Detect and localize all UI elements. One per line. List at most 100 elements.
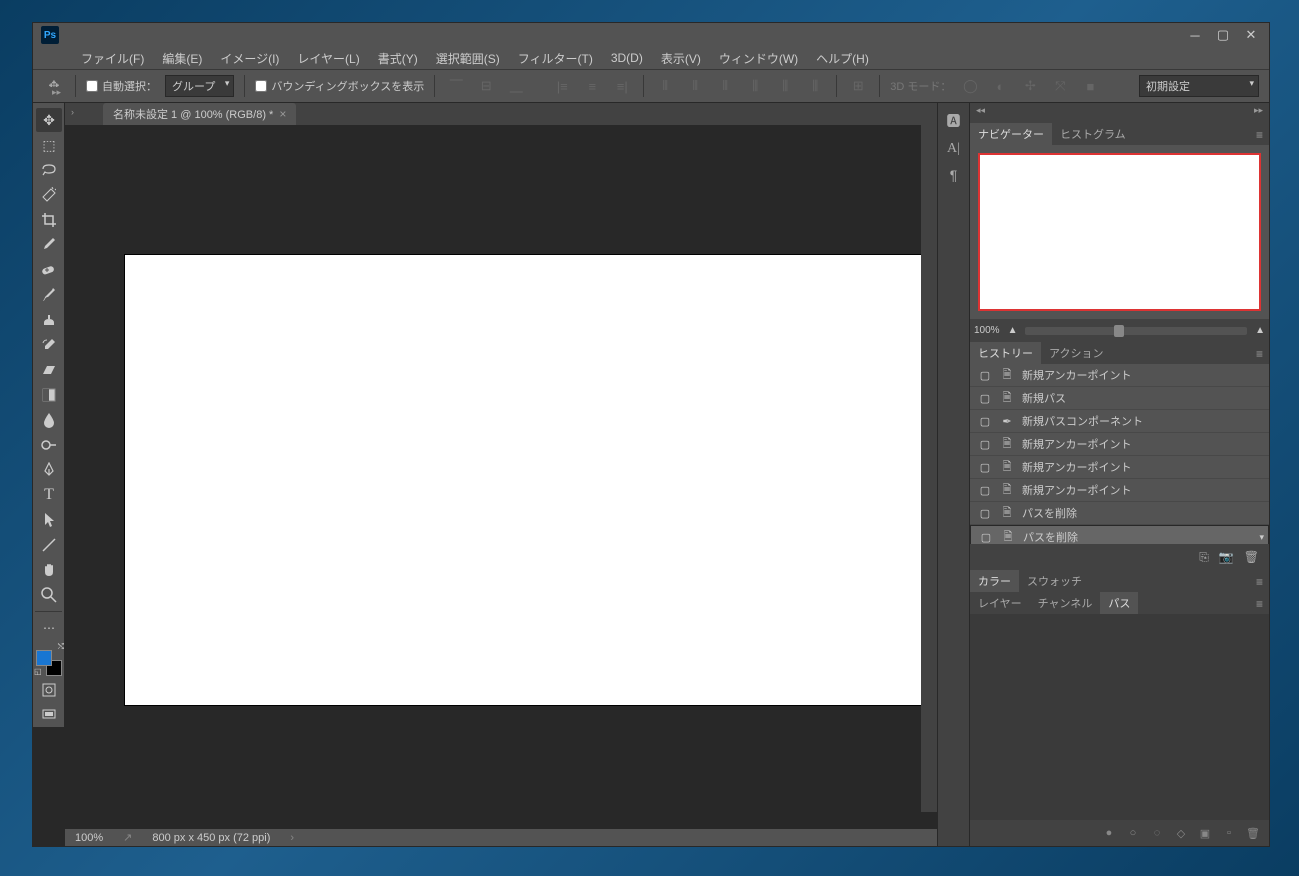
history-item[interactable]: ▢🗎新規アンカーポイント <box>970 364 1269 387</box>
history-item[interactable]: ▢🗎新規アンカーポイント <box>970 456 1269 479</box>
tab-color[interactable]: カラー <box>970 570 1019 592</box>
group-select[interactable]: グループ <box>165 75 234 97</box>
status-info[interactable]: 800 px x 450 px (72 ppi) <box>152 832 270 844</box>
layers-menu-icon[interactable]: ≡ <box>1250 594 1269 614</box>
status-zoom[interactable]: 100% <box>75 832 103 844</box>
selection-to-path-icon[interactable]: ◇ <box>1173 827 1189 840</box>
toolbar-collapse-icon[interactable]: ▸▸ <box>33 87 65 101</box>
menu-select[interactable]: 選択範囲(S) <box>428 48 508 69</box>
history-item[interactable]: ▢🗎パスを削除 <box>970 525 1269 544</box>
close-tab-icon[interactable]: × <box>279 107 286 121</box>
align-bottom-icon[interactable]: ⎽ <box>505 75 527 97</box>
vertical-scrollbar[interactable] <box>921 125 937 812</box>
delete-path-icon[interactable]: 🗑 <box>1245 827 1261 840</box>
delete-state-icon[interactable]: 🗑 <box>1244 550 1259 564</box>
canvas[interactable] <box>125 255 925 705</box>
blur-tool[interactable] <box>36 408 62 432</box>
slide-3d-icon[interactable]: ⤧ <box>1049 75 1071 97</box>
close-button[interactable]: ✕ <box>1237 26 1265 44</box>
add-mask-icon[interactable]: ▣ <box>1197 827 1213 840</box>
distribute-vcenter-icon[interactable]: ⫴ <box>684 75 706 97</box>
clone-stamp-tool[interactable] <box>36 308 62 332</box>
tab-histogram[interactable]: ヒストグラム <box>1052 123 1134 145</box>
paragraph-panel-icon[interactable]: A| <box>947 141 960 157</box>
lasso-tool[interactable] <box>36 158 62 182</box>
snapshot-icon[interactable]: 📷 <box>1219 550 1234 564</box>
distribute-right-icon[interactable]: ⫼ <box>804 75 826 97</box>
hand-tool[interactable] <box>36 558 62 582</box>
align-hcenter-icon[interactable]: ≡ <box>581 75 603 97</box>
screen-mode-tool[interactable] <box>36 703 62 727</box>
bounding-box-checkbox[interactable]: バウンディングボックスを表示 <box>255 78 424 94</box>
marquee-tool[interactable]: ⬚ <box>36 133 62 157</box>
zoom-tool[interactable] <box>36 583 62 607</box>
stroke-path-icon[interactable]: ○ <box>1125 827 1141 839</box>
distribute-hcenter-icon[interactable]: ⫼ <box>774 75 796 97</box>
collapse-right-icon[interactable]: ▸▸ <box>1254 105 1263 121</box>
healing-brush-tool[interactable] <box>36 258 62 282</box>
paths-panel-body[interactable] <box>970 614 1269 820</box>
eraser-tool[interactable] <box>36 358 62 382</box>
tab-scroll-icon[interactable]: › <box>71 107 74 117</box>
auto-select-checkbox[interactable]: 自動選択： <box>86 78 157 94</box>
path-to-selection-icon[interactable]: ◌ <box>1149 827 1165 839</box>
collapse-left-icon[interactable]: ◂◂ <box>976 105 985 121</box>
menu-help[interactable]: ヘルプ(H) <box>808 48 877 69</box>
menu-file[interactable]: ファイル(F) <box>73 48 152 69</box>
menu-window[interactable]: ウィンドウ(W) <box>711 48 806 69</box>
move-tool[interactable]: ✥ <box>36 108 62 132</box>
tab-layers[interactable]: レイヤー <box>970 592 1030 614</box>
distribute-left-icon[interactable]: ⫼ <box>744 75 766 97</box>
minimize-button[interactable]: ─ <box>1181 26 1209 44</box>
share-icon[interactable]: ↗ <box>123 831 132 844</box>
document-tab[interactable]: 名称未設定 1 @ 100% (RGB/8) * × <box>103 103 296 125</box>
tab-channels[interactable]: チャンネル <box>1030 592 1101 614</box>
glyphs-panel-icon[interactable]: ¶ <box>950 167 958 183</box>
auto-align-icon[interactable]: ⊞ <box>847 75 869 97</box>
distribute-top-icon[interactable]: ⫴ <box>654 75 676 97</box>
workspace-select[interactable]: 初期設定 <box>1139 75 1259 97</box>
pen-tool[interactable] <box>36 458 62 482</box>
roll-3d-icon[interactable]: ◐ <box>989 75 1011 97</box>
tab-actions[interactable]: アクション <box>1041 342 1111 364</box>
history-item[interactable]: ▢🗎新規アンカーポイント <box>970 479 1269 502</box>
navigator-preview[interactable] <box>978 153 1261 311</box>
canvas-area[interactable] <box>65 125 937 828</box>
menu-type[interactable]: 書式(Y) <box>370 48 426 69</box>
align-right-icon[interactable]: ≡| <box>611 75 633 97</box>
color-menu-icon[interactable]: ≡ <box>1250 572 1269 592</box>
crop-tool[interactable] <box>36 208 62 232</box>
character-panel-icon[interactable]: 🅰 <box>947 111 961 131</box>
type-tool[interactable]: T <box>36 483 62 507</box>
color-swatches[interactable]: ⤭ ◱ <box>36 646 62 672</box>
status-arrow-icon[interactable]: › <box>290 832 294 844</box>
path-selection-tool[interactable] <box>36 508 62 532</box>
tab-swatches[interactable]: スウォッチ <box>1019 570 1090 592</box>
history-item[interactable]: ▢🗎新規アンカーポイント <box>970 433 1269 456</box>
zoom-3d-icon[interactable]: ■ <box>1079 75 1101 97</box>
zoom-out-icon[interactable]: ▲ <box>1008 325 1018 336</box>
gradient-tool[interactable] <box>36 383 62 407</box>
create-document-icon[interactable]: ⎘ <box>1199 550 1209 565</box>
navigator-menu-icon[interactable]: ≡ <box>1250 125 1269 145</box>
orbit-3d-icon[interactable]: ◯ <box>959 75 981 97</box>
menu-view[interactable]: 表示(V) <box>653 48 709 69</box>
align-left-icon[interactable]: |≡ <box>551 75 573 97</box>
menu-edit[interactable]: 編集(E) <box>154 48 210 69</box>
menu-layer[interactable]: レイヤー(L) <box>289 48 367 69</box>
tab-history[interactable]: ヒストリー <box>970 342 1041 364</box>
new-path-icon[interactable]: ▫ <box>1221 827 1237 839</box>
menu-image[interactable]: イメージ(I) <box>212 48 287 69</box>
foreground-color[interactable] <box>36 650 52 666</box>
history-item[interactable]: ▢✒新規パスコンポーネント <box>970 410 1269 433</box>
quick-mask-tool[interactable] <box>36 678 62 702</box>
default-colors-icon[interactable]: ◱ <box>34 667 42 676</box>
menu-filter[interactable]: フィルター(T) <box>510 48 601 69</box>
tab-paths[interactable]: パス <box>1100 592 1138 614</box>
align-top-icon[interactable]: ⎺ <box>445 75 467 97</box>
zoom-slider[interactable] <box>1025 327 1247 335</box>
pan-3d-icon[interactable]: ✢ <box>1019 75 1041 97</box>
align-vcenter-icon[interactable]: ⊟ <box>475 75 497 97</box>
history-item[interactable]: ▢🗎新規パス <box>970 387 1269 410</box>
history-list[interactable]: ▢🗎新規アンカーポイント ▢🗎新規パス ▢✒新規パスコンポーネント ▢🗎新規アン… <box>970 364 1269 544</box>
